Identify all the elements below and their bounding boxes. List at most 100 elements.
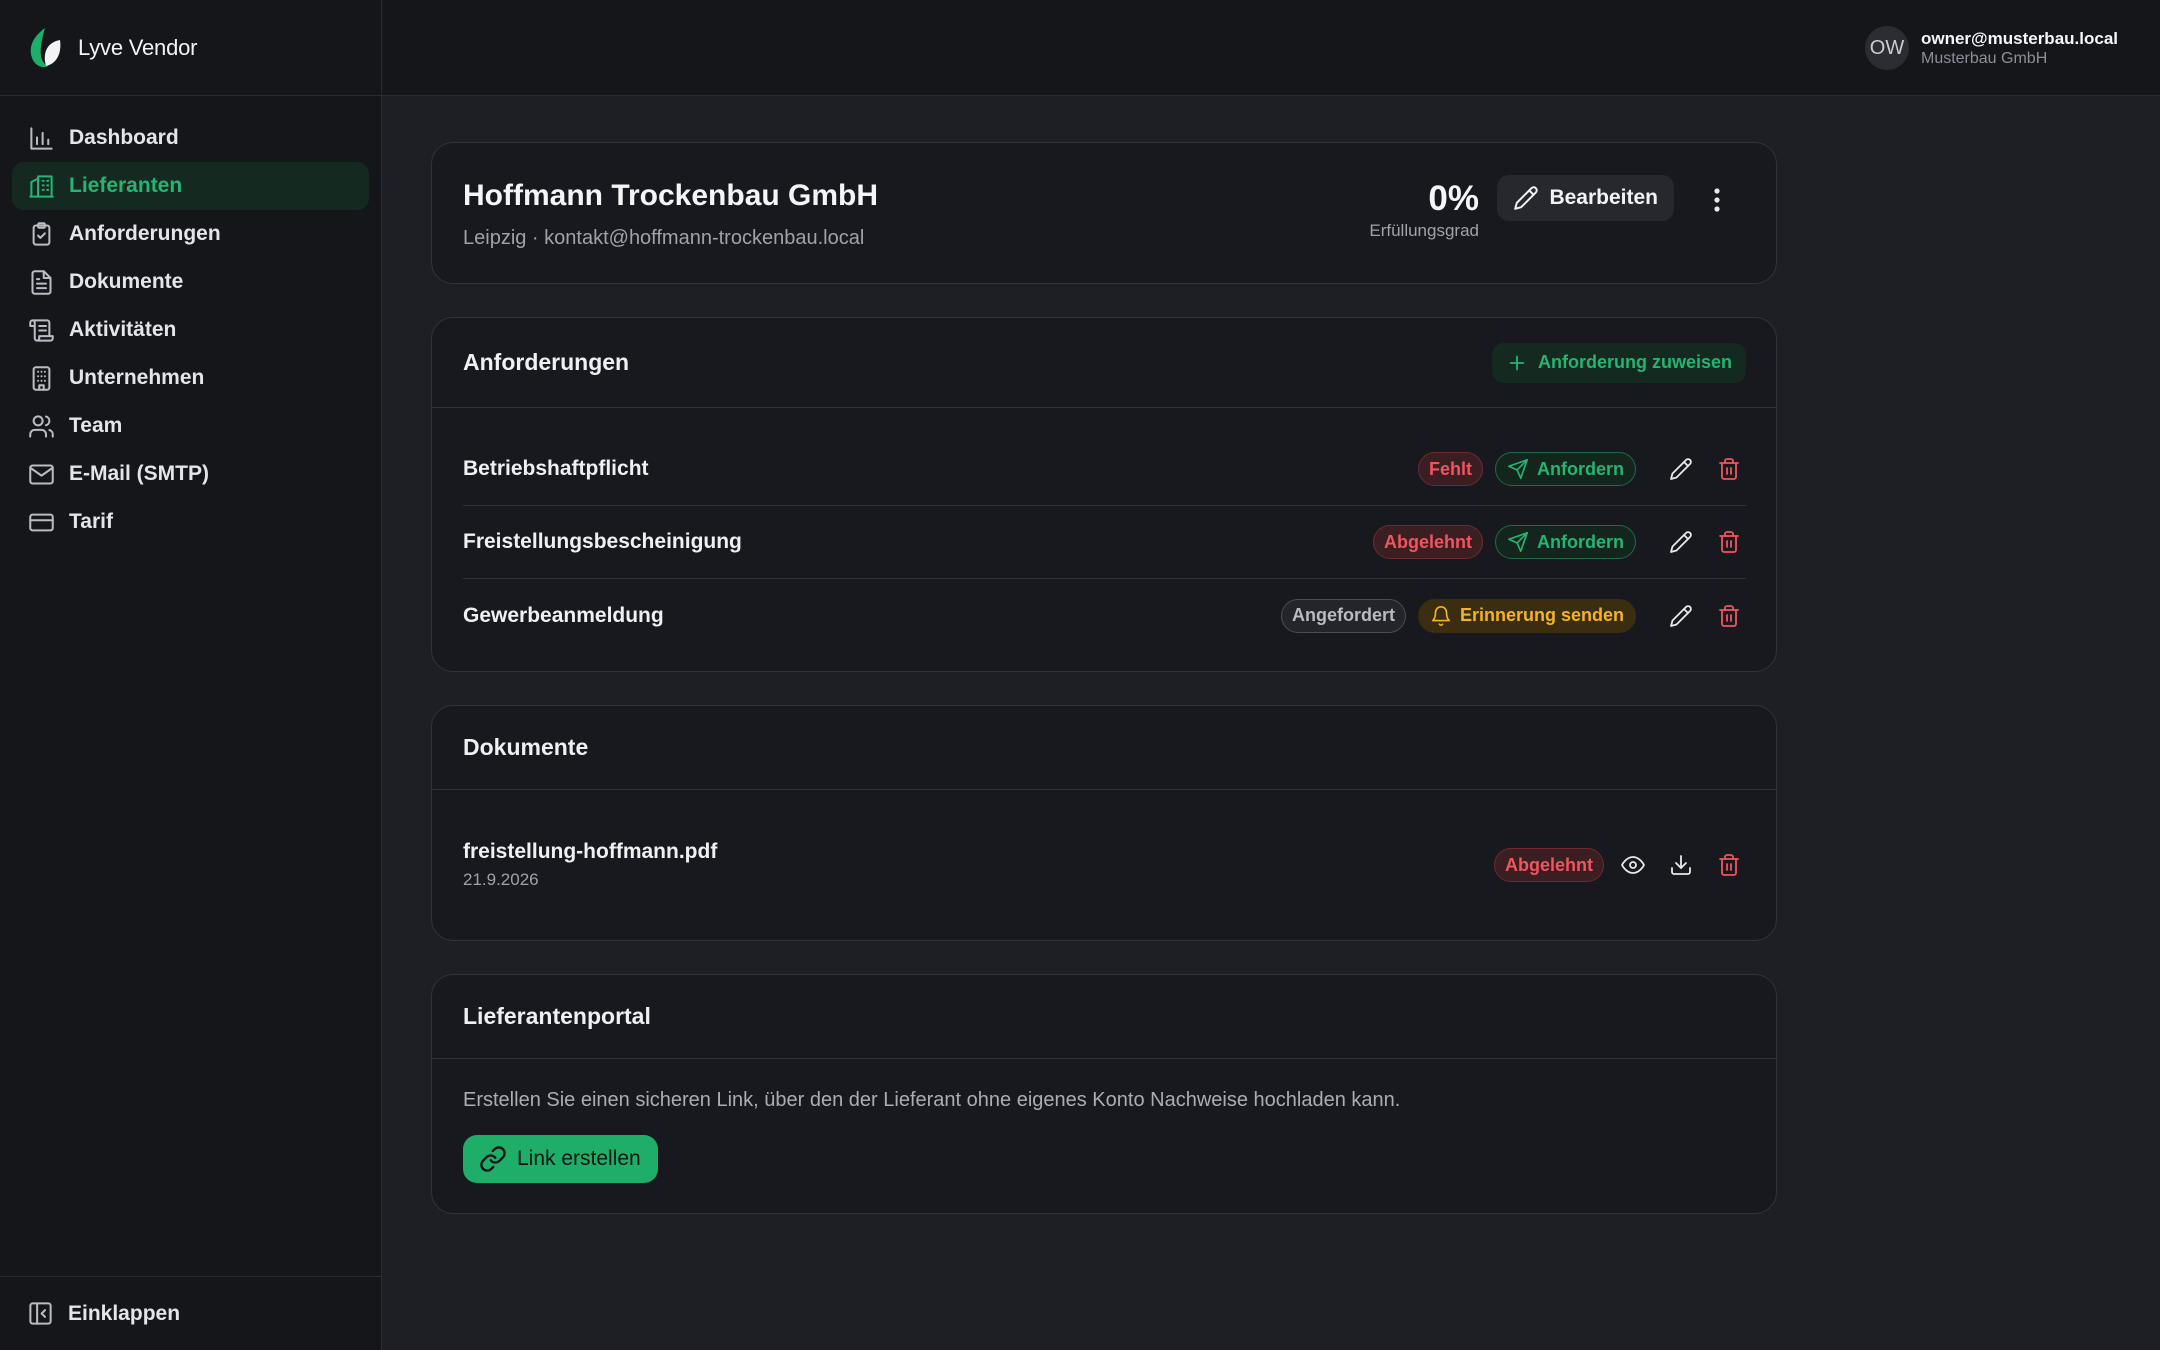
fulfillment-score: 0% Erfüllungsgrad [1369,179,1479,241]
status-badge: Fehlt [1418,452,1483,486]
request-button-label: Anfordern [1537,531,1624,552]
avatar: OW [1864,26,1909,70]
requirement-row: Betriebshaftpflicht Fehlt Anfordern [463,433,1746,506]
sidebar-item-tarif[interactable]: Tarif [12,498,369,546]
sidebar-item-label: Anforderungen [69,222,221,245]
scroll-icon [27,316,55,344]
document-name: freistellung-hoffmann.pdf [463,840,718,863]
more-options-button[interactable] [1704,185,1730,215]
building-icon [27,172,55,200]
requirement-row: Freistellungsbescheinigung Abgelehnt Anf… [463,506,1746,579]
documents-header: Dokumente [432,706,1776,790]
bell-icon [1431,605,1451,626]
delete-requirement-button[interactable] [1712,599,1746,633]
leaf-logo-icon [30,27,61,67]
sidebar-item-label: Tarif [69,510,113,533]
edit-button[interactable]: Bearbeiten [1497,175,1674,221]
portal-description: Erstellen Sie einen sicheren Link, über … [463,1089,1401,1111]
request-button[interactable]: Anfordern [1495,452,1636,486]
collapse-button[interactable]: Einklappen [27,1300,180,1327]
more-vertical-icon [1714,188,1720,212]
trash-icon [1719,604,1739,627]
sidebar-item-email[interactable]: E-Mail (SMTP) [12,450,369,498]
mail-icon [27,460,55,488]
status-badge: Abgelehnt [1494,848,1604,882]
brand[interactable]: Lyve Vendor [0,0,381,96]
document-info: freistellung-hoffmann.pdf 21.9.2026 [463,840,717,890]
sidebar-item-label: Team [69,414,123,437]
sidebar-item-dokumente[interactable]: Dokumente [12,258,369,306]
supplier-subtitle: Leipzig · kontakt@hoffmann-trockenbau.lo… [463,227,865,249]
score-value: 0% [1428,179,1479,218]
edit-requirement-button[interactable] [1664,525,1698,559]
score-label: Erfüllungsgrad [1369,221,1479,240]
user-menu[interactable]: OW owner@musterbau.local Musterbau GmbH [1864,26,2118,70]
page-title: Hoffmann Trockenbau GmbH [463,179,879,212]
documents-card: Dokumente freistellung-hoffmann.pdf 21.9… [431,705,1777,941]
requirements-card: Anforderungen Anforderung zuweisen Betri… [431,317,1777,672]
pencil-icon [1670,531,1692,553]
assign-requirement-label: Anforderung zuweisen [1537,352,1732,372]
requirement-name: Freistellungsbescheinigung [463,530,742,553]
supplier-portal-card: Lieferantenportal Erstellen Sie einen si… [431,974,1777,1214]
edit-requirement-button[interactable] [1664,452,1698,486]
create-link-label: Link erstellen [517,1147,641,1170]
edit-requirement-button[interactable] [1664,599,1698,633]
download-icon [1671,855,1691,875]
file-text-icon [27,268,55,296]
user-email: owner@musterbau.local [1920,29,2118,48]
requirement-row: Gewerbeanmeldung Angefordert Erinnerung … [463,579,1746,652]
sidebar-item-label: E-Mail (SMTP) [69,462,209,485]
pencil-icon [1514,186,1539,210]
portal-title: Lieferantenportal [463,1003,651,1029]
send-icon [1508,532,1528,552]
trash-icon [1719,458,1739,480]
send-icon [1508,459,1528,479]
requirements-list: Betriebshaftpflicht Fehlt Anfordern Frei… [432,408,1776,671]
sidebar-footer: Einklappen [0,1276,381,1350]
sidebar-item-lieferanten[interactable]: Lieferanten [12,162,369,210]
sidebar-item-dashboard[interactable]: Dashboard [12,114,369,162]
topbar: OW owner@musterbau.local Musterbau GmbH [382,0,2160,96]
delete-requirement-button[interactable] [1712,452,1746,486]
document-row: freistellung-hoffmann.pdf 21.9.2026 Abge… [432,790,1776,940]
sidebar-item-label: Dokumente [69,270,184,293]
panel-collapse-icon [29,1302,52,1325]
assign-requirement-button[interactable]: Anforderung zuweisen [1491,342,1746,383]
requirements-header: Anforderungen Anforderung zuweisen [432,318,1776,408]
download-document-button[interactable] [1664,848,1698,882]
portal-body: Erstellen Sie einen sicheren Link, über … [432,1059,1776,1213]
brand-name: Lyve Vendor [78,34,198,60]
create-link-button[interactable]: Link erstellen [463,1135,658,1183]
delete-document-button[interactable] [1712,848,1746,882]
user-company: Musterbau GmbH [1920,50,2048,67]
clipboard-check-icon [27,220,55,248]
request-button-label: Anfordern [1537,458,1624,479]
sidebar-item-label: Lieferanten [69,174,183,197]
supplier-header-card: Hoffmann Trockenbau GmbH Leipzig · konta… [431,142,1777,284]
request-button[interactable]: Anfordern [1495,525,1636,559]
eye-icon [1621,856,1645,874]
sidebar-item-label: Unternehmen [69,366,205,389]
send-reminder-button[interactable]: Erinnerung senden [1417,598,1636,633]
requirement-name: Gewerbeanmeldung [463,603,664,627]
edit-button-label: Bearbeiten [1549,186,1658,209]
requirements-title: Anforderungen [463,349,630,375]
credit-card-icon [27,508,55,536]
sidebar: Lyve Vendor Dashboard Lieferanten Anford… [0,0,382,1350]
trash-icon [1719,531,1739,553]
view-document-button[interactable] [1616,848,1650,882]
sidebar-item-anforderungen[interactable]: Anforderungen [12,210,369,258]
portal-header: Lieferantenportal [432,975,1776,1059]
requirement-name: Betriebshaftpflicht [463,457,649,480]
trash-icon [1719,854,1739,876]
delete-requirement-button[interactable] [1712,525,1746,559]
requirement-actions: Angefordert Erinnerung senden [1280,598,1746,633]
sidebar-item-unternehmen[interactable]: Unternehmen [12,354,369,402]
users-icon [27,412,55,440]
sidebar-nav: Dashboard Lieferanten Anforderungen Doku… [0,96,381,546]
requirement-actions: Abgelehnt Anfordern [1373,525,1746,559]
requirement-actions: Fehlt Anfordern [1418,452,1746,486]
sidebar-item-aktivitaeten[interactable]: Aktivitäten [12,306,369,354]
sidebar-item-team[interactable]: Team [12,402,369,450]
